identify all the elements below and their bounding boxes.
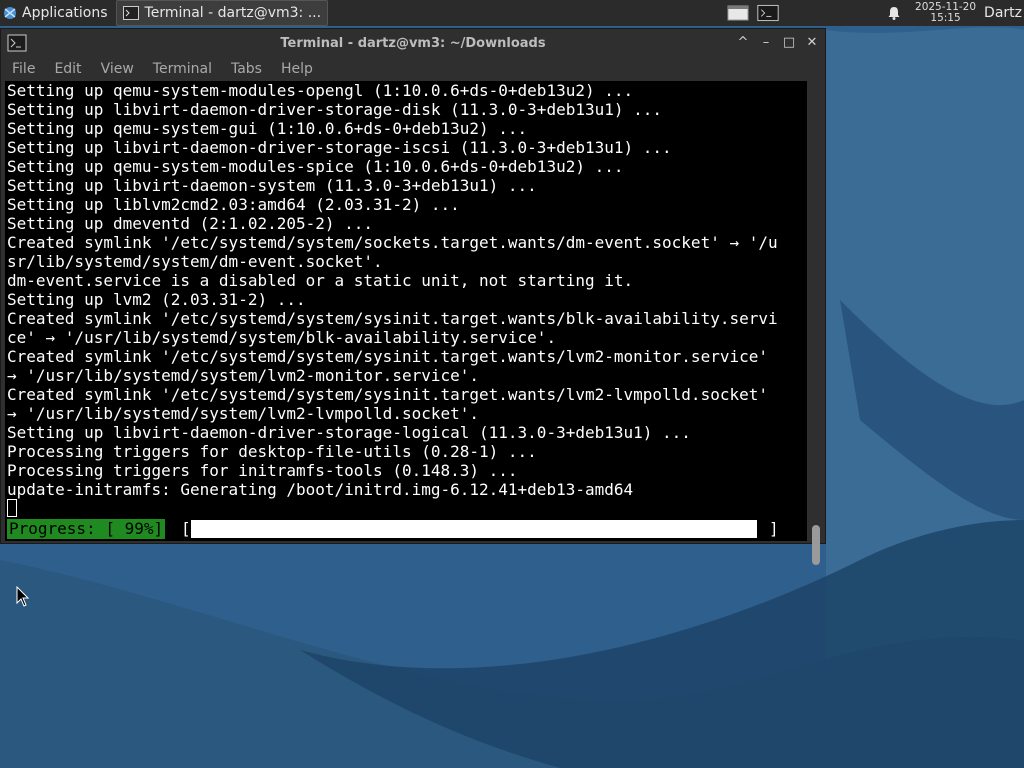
menu-tabs[interactable]: Tabs	[223, 61, 270, 77]
terminal-line: → '/usr/lib/systemd/system/lvm2-lvmpolld…	[7, 404, 480, 423]
menu-view[interactable]: View	[93, 61, 142, 77]
scrollbar-thumb[interactable]	[812, 525, 820, 565]
terminal-launcher-icon	[757, 4, 779, 22]
menubar: File Edit View Terminal Tabs Help	[1, 57, 825, 81]
terminal-line: Created symlink '/etc/systemd/system/soc…	[7, 233, 778, 252]
terminal-line: sr/lib/systemd/system/dm-event.socket'.	[7, 252, 383, 271]
progress-label: Progress: [ 99%]	[7, 519, 166, 539]
mouse-pointer-icon	[16, 586, 30, 607]
terminal-task-icon	[122, 6, 139, 20]
terminal-line: update-initramfs: Generating /boot/initr…	[7, 480, 634, 499]
terminal-line: ce' → '/usr/lib/systemd/system/blk-avail…	[7, 328, 557, 347]
terminal-window: Terminal - dartz@vm3: ~/Downloads ^ – □ …	[0, 28, 826, 565]
terminal-line: Setting up libvirt-daemon-driver-storage…	[7, 423, 691, 442]
show-desktop-icon	[727, 5, 749, 21]
taskbar-terminal-button[interactable]: Terminal - dartz@vm3: ...	[115, 0, 329, 26]
user-menu-label[interactable]: Dartz	[984, 5, 1024, 21]
notification-bell-icon	[888, 7, 900, 20]
menu-help[interactable]: Help	[273, 61, 321, 77]
terminal-line: Created symlink '/etc/systemd/system/sys…	[7, 309, 778, 328]
clock[interactable]: 2025-11-20 15:15	[915, 2, 976, 24]
terminal-line: Setting up libvirt-daemon-system (11.3.0…	[7, 176, 537, 195]
applications-label: Applications	[22, 5, 108, 21]
progress-row: Progress: [ 99%] [ ]	[5, 519, 807, 539]
applications-menu-button[interactable]: Applications	[0, 0, 112, 26]
progress-bracket-right: ]	[769, 519, 779, 538]
panel-tray: 2025-11-20 15:15 Dartz	[723, 0, 1024, 26]
progress-bracket-left: [	[181, 519, 191, 538]
progress-fill	[191, 520, 758, 538]
menu-edit[interactable]: Edit	[46, 61, 89, 77]
terminal-cursor	[7, 499, 17, 517]
terminal-output[interactable]: Setting up qemu-system-modules-opengl (1…	[5, 81, 807, 541]
applications-logo-icon	[4, 7, 16, 19]
terminal-line: Processing triggers for desktop-file-uti…	[7, 442, 537, 461]
notifications-button[interactable]	[883, 3, 905, 23]
top-panel: Applications Terminal - dartz@vm3: ... 2…	[0, 0, 1024, 26]
terminal-line: Setting up libvirt-daemon-driver-storage…	[7, 138, 672, 157]
terminal-scrollbar[interactable]	[809, 81, 823, 565]
terminal-line: Created symlink '/etc/systemd/system/sys…	[7, 385, 768, 404]
terminal-line: Setting up lvm2 (2.03.31-2) ...	[7, 290, 306, 309]
terminal-line: Processing triggers for initramfs-tools …	[7, 461, 518, 480]
terminal-line: Setting up liblvm2cmd2.03:amd64 (2.03.31…	[7, 195, 460, 214]
terminal-line: Setting up qemu-system-modules-opengl (1…	[7, 81, 634, 100]
window-title: Terminal - dartz@vm3: ~/Downloads	[280, 35, 546, 51]
shade-button[interactable]: ^	[735, 35, 751, 51]
terminal-launcher-button[interactable]	[757, 3, 779, 23]
close-button[interactable]: ✕	[804, 35, 820, 51]
clock-time: 15:15	[930, 12, 961, 24]
terminal-line: Created symlink '/etc/systemd/system/sys…	[7, 347, 768, 366]
terminal-line: dm-event.service is a disabled or a stat…	[7, 271, 634, 290]
terminal-line: Setting up qemu-system-modules-spice (1:…	[7, 157, 624, 176]
maximize-button[interactable]: □	[781, 35, 797, 51]
terminal-line: → '/usr/lib/systemd/system/lvm2-monitor.…	[7, 366, 480, 385]
progress-bar	[191, 520, 763, 538]
terminal-line: Setting up libvirt-daemon-driver-storage…	[7, 100, 663, 119]
window-titlebar[interactable]: Terminal - dartz@vm3: ~/Downloads ^ – □ …	[1, 29, 825, 57]
taskbar-terminal-label: Terminal - dartz@vm3: ...	[144, 5, 322, 21]
menu-file[interactable]: File	[4, 61, 43, 77]
show-desktop-button[interactable]	[727, 3, 749, 23]
terminal-line: Setting up dmeventd (2:1.02.205-2) ...	[7, 214, 374, 233]
menu-terminal[interactable]: Terminal	[145, 61, 220, 77]
terminal-line: Setting up qemu-system-gui (1:10.0.6+ds-…	[7, 119, 528, 138]
minimize-button[interactable]: –	[758, 35, 774, 51]
terminal-lines: Setting up qemu-system-modules-opengl (1…	[7, 81, 778, 499]
